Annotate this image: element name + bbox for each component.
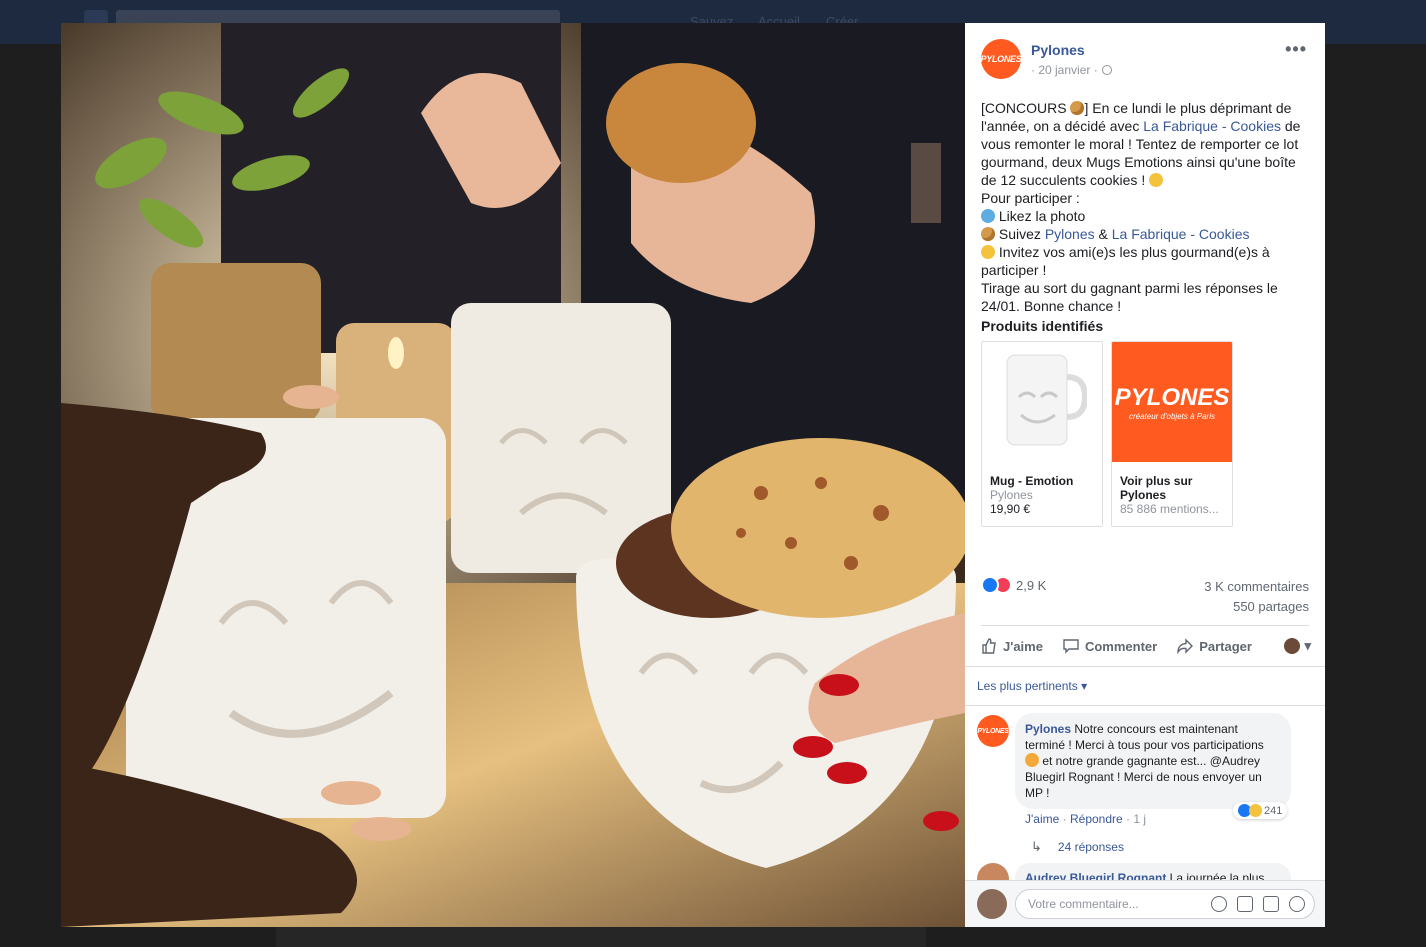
react-as-selector[interactable]: ▾ [1284, 638, 1311, 654]
pylones-logo-text: PYLONES [1114, 383, 1230, 411]
smile-emoji-icon [981, 245, 995, 259]
share-label: Partager [1199, 638, 1252, 654]
kiss-emoji-icon [1025, 753, 1039, 767]
like-label: J'aime [1003, 638, 1043, 654]
pylones-logo-image: PYLONES créateur d'objets à Paris [1112, 342, 1232, 462]
reply-arrow-icon: ↳ [1031, 839, 1042, 854]
comment-button[interactable]: Commenter [1063, 638, 1157, 654]
la-fabrique-link-2[interactable]: La Fabrique - Cookies [1112, 226, 1250, 242]
post-text-part: Likez la photo [995, 208, 1086, 224]
like-reaction-icon [981, 576, 999, 594]
camera-icon[interactable] [1237, 896, 1253, 912]
product-card-mug[interactable]: Mug - Emotion Pylones 19,90 € [981, 341, 1103, 527]
post-text: [CONCOURS ] En ce lundi le plus dépriman… [981, 99, 1311, 315]
comment-bubble: Pylones Notre concours est maintenant te… [1015, 713, 1291, 809]
more-options-button[interactable]: ••• [1285, 39, 1307, 60]
product-name: Voir plus sur Pylones [1120, 474, 1193, 502]
separator: · [1122, 812, 1134, 826]
like-button[interactable]: J'aime [981, 638, 1043, 654]
post-photo[interactable] [61, 23, 965, 927]
product-price: 19,90 € [990, 502, 1031, 516]
page-name-link[interactable]: Pylones [1031, 42, 1085, 58]
composer-tools [1211, 896, 1305, 912]
replies-count: 24 réponses [1057, 840, 1124, 854]
cookie-emoji-icon [1070, 101, 1085, 115]
product-name: Mug - Emotion [990, 474, 1074, 488]
comment-time[interactable]: 1 j [1133, 812, 1146, 826]
shares-count-link[interactable]: 550 partages [1204, 597, 1309, 617]
sad-reaction-icon [1249, 804, 1262, 817]
divider [965, 666, 1325, 667]
pylones-link[interactable]: Pylones [1045, 226, 1095, 242]
mug-icon [1006, 354, 1087, 446]
reactions-count: 2,9 K [1016, 577, 1047, 593]
avatar-logo-text: PYLONES [977, 727, 1009, 735]
post-stats: 3 K commentaires 550 partages [1204, 577, 1309, 617]
comment-author-link[interactable]: Pylones [1025, 722, 1071, 736]
chevron-down-icon: ▾ [1304, 638, 1311, 653]
comments-count-link[interactable]: 3 K commentaires [1204, 577, 1309, 597]
divider [981, 625, 1309, 626]
post-text-line: Tirage au sort du gagnant parmi les répo… [981, 280, 1278, 314]
post-actions: J'aime Commenter Partager ▾ [981, 633, 1311, 659]
post-meta: · 20 janvier · [1031, 63, 1112, 77]
sticker-icon[interactable] [1289, 896, 1305, 912]
view-replies-link[interactable]: ↳ 24 réponses [1031, 839, 1124, 855]
user-avatar [977, 889, 1007, 919]
reactions-summary[interactable]: 2,9 K [981, 576, 1046, 594]
comment-text: et notre grande gagnante est... @Audrey … [1025, 754, 1262, 800]
comment-icon [1063, 639, 1079, 654]
mug-image [982, 342, 1102, 462]
post-sidebar: PYLONES Pylones · 20 janvier · ••• [CONC… [965, 23, 1325, 927]
la-fabrique-link[interactable]: La Fabrique - Cookies [1143, 118, 1281, 134]
share-button[interactable]: Partager [1177, 638, 1252, 654]
post-text-line: Pour participer : [981, 190, 1080, 206]
share-icon [1177, 638, 1194, 654]
emoji-icon[interactable] [1211, 896, 1227, 912]
comment-reaction-count: 241 [1264, 804, 1283, 817]
cookie-emoji-icon [981, 227, 995, 241]
comment-reply-link[interactable]: Répondre [1070, 812, 1123, 826]
product-seller: Pylones [990, 488, 1033, 502]
post-text-part: & [1094, 226, 1112, 242]
comment-actions: J'aime · Répondre · 1 j [1025, 812, 1146, 826]
comment-reactions[interactable]: 241 [1233, 802, 1288, 819]
comment-label: Commenter [1084, 638, 1158, 654]
tongue-emoji-icon [1149, 173, 1164, 187]
thumbs-up-icon [982, 638, 996, 654]
comment-composer: Votre commentaire... [965, 880, 1325, 927]
photo-illustration [61, 23, 965, 927]
user-mini-avatar [1284, 638, 1301, 654]
globe-icon [1101, 65, 1112, 75]
comment-sort-dropdown[interactable]: Les plus pertinents ▾ [977, 679, 1087, 693]
comment-avatar[interactable]: PYLONES [977, 715, 1009, 747]
divider [965, 705, 1325, 706]
page-avatar[interactable]: PYLONES [981, 39, 1021, 79]
product-card-more[interactable]: PYLONES créateur d'objets à Paris Voir p… [1111, 341, 1233, 527]
products-title: Produits identifiés [981, 318, 1104, 334]
post-text-part: Suivez [995, 226, 1045, 242]
product-mentions: 85 886 mentions... [1120, 502, 1219, 516]
post-date[interactable]: · 20 janvier · [1031, 63, 1098, 77]
comment-like-link[interactable]: J'aime [1025, 812, 1059, 826]
separator: · [1059, 812, 1070, 826]
post-text-part: [CONCOURS [981, 100, 1071, 116]
background-feed [276, 927, 926, 947]
blue-heart-emoji-icon [981, 209, 995, 223]
gif-icon[interactable] [1263, 896, 1279, 912]
pylones-logo-tagline: créateur d'objets à Paris [1128, 411, 1215, 421]
avatar-logo-text: PYLONES [981, 54, 1021, 64]
post-text-part: Invitez vos ami(e)s les plus gourmand(e)… [981, 244, 1270, 278]
